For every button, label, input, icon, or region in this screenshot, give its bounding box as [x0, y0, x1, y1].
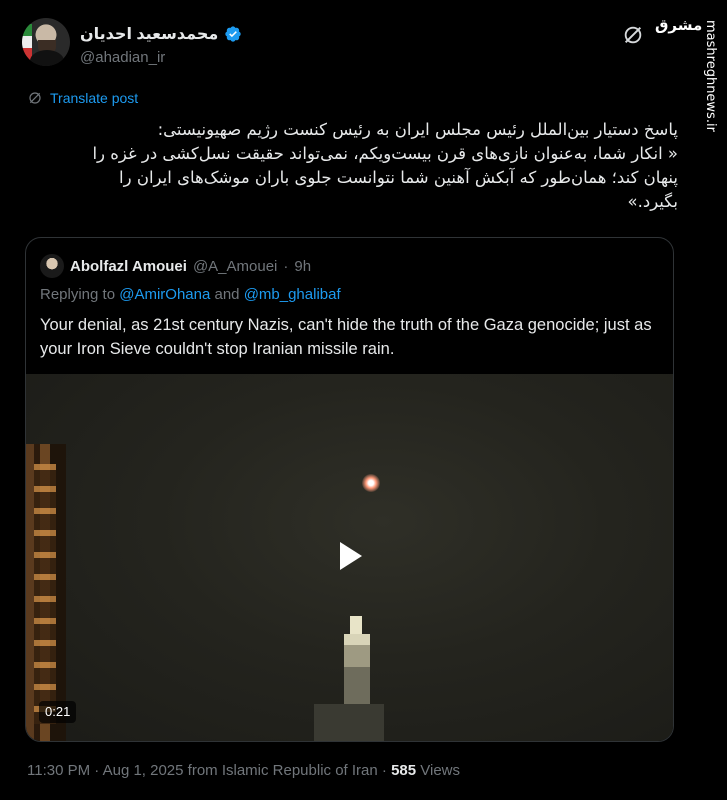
video-tower-base — [314, 704, 384, 741]
post-meta: 11:30 PM · Aug 1, 2025 from Islamic Repu… — [27, 762, 460, 779]
video-building — [26, 444, 66, 741]
quote-time[interactable]: 9h — [294, 258, 311, 275]
quote-author-name[interactable]: Abolfazl Amouei — [70, 258, 187, 275]
flag-graphic — [22, 24, 32, 60]
quoted-post[interactable]: Abolfazl Amouei @A_Amouei · 9h Replying … — [25, 237, 674, 742]
quote-avatar[interactable] — [40, 254, 64, 278]
post-line: « انکار شما، به‌عنوان نازی‌های قرن بیست‌… — [92, 144, 678, 163]
views-count: 585 — [391, 762, 417, 779]
quote-text: Your denial, as 21st century Nazis, can'… — [40, 316, 652, 358]
quote-separator: · — [283, 257, 289, 275]
replying-to: Replying to @AmirOhana and @mb_ghalibaf — [40, 286, 341, 303]
replying-prefix: Replying to — [40, 286, 120, 303]
quote-header: Abolfazl Amouei @A_Amouei · 9h — [40, 254, 311, 278]
mention-mb-ghalibaf[interactable]: @mb_ghalibaf — [244, 286, 341, 303]
video-player[interactable]: 0:21 — [26, 374, 673, 741]
post-line: پاسخ دستیار بین‌الملل رئیس مجلس ایران به… — [157, 120, 678, 139]
translate-post-link[interactable]: Translate post — [27, 90, 138, 106]
verified-badge-icon — [225, 26, 242, 42]
translate-label: Translate post — [50, 90, 139, 106]
grok-icon[interactable] — [622, 24, 644, 46]
post-line: پنهان کند؛ همان‌طور که آبکش آهنین شما نت… — [119, 168, 678, 187]
author-display-name[interactable]: محمدسعید احدیان — [80, 24, 218, 44]
author-name-row: محمدسعید احدیان — [80, 24, 242, 44]
views-label: Views — [416, 762, 461, 779]
avatar-robe — [30, 50, 64, 66]
post-timestamp[interactable]: 11:30 PM · Aug 1, 2025 from Islamic Repu… — [27, 762, 391, 779]
quote-author-handle[interactable]: @A_Amouei — [193, 258, 277, 275]
mashregh-watermark: mashreghnews.ir — [703, 20, 718, 132]
author-handle[interactable]: @ahadian_ir — [80, 49, 165, 66]
mention-amirohana[interactable]: @AmirOhana — [119, 286, 210, 303]
video-missile-light — [362, 474, 380, 492]
author-avatar[interactable] — [22, 18, 70, 66]
post-line: بگیرد.» — [627, 192, 678, 211]
video-duration: 0:21 — [39, 701, 77, 723]
globe-translate-icon — [29, 92, 41, 104]
post-text: پاسخ دستیار بین‌الملل رئیس مجلس ایران به… — [36, 118, 678, 214]
replying-and: and — [210, 286, 244, 303]
play-icon[interactable] — [338, 540, 364, 572]
